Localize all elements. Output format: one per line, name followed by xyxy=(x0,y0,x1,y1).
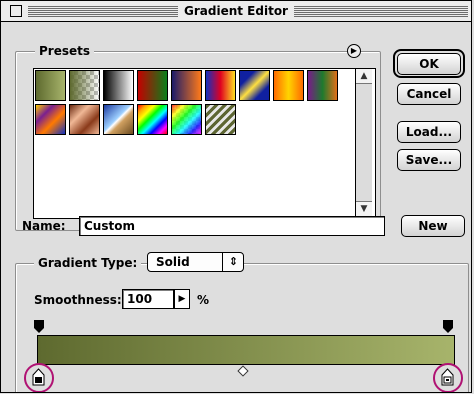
name-field[interactable]: Custom xyxy=(79,216,385,236)
highlight-ring-left xyxy=(24,363,54,392)
presets-label: Presets xyxy=(35,44,95,58)
gradient-type-value: Solid xyxy=(156,255,190,269)
preset-swatch-copper[interactable] xyxy=(69,104,100,135)
highlight-ring-right xyxy=(433,363,463,392)
window-title: Gradient Editor xyxy=(178,3,294,19)
smoothness-label: Smoothness: xyxy=(34,293,122,307)
new-button[interactable]: New xyxy=(401,215,465,237)
opacity-stop-left-icon[interactable] xyxy=(33,319,45,334)
title-stripes-left xyxy=(28,5,178,17)
presets-scrollbar[interactable]: ▲ ▼ xyxy=(355,69,372,216)
updown-arrow-icon: ⇕ xyxy=(228,255,238,268)
preset-swatch-yellow-violet-orange-blue[interactable] xyxy=(35,104,66,135)
preset-swatch-blue-yellow-blue[interactable] xyxy=(239,70,270,101)
gradient-bar[interactable] xyxy=(37,335,455,365)
preset-swatch-spectrum[interactable] xyxy=(137,104,168,135)
popup-divider xyxy=(222,253,223,271)
preset-swatch-blue-red-yellow[interactable] xyxy=(205,70,236,101)
preset-swatch-red-green[interactable] xyxy=(137,70,168,101)
preset-swatch-foreground-to-background[interactable] xyxy=(35,70,66,101)
preset-swatch-transparent-rainbow[interactable] xyxy=(171,104,202,135)
preset-swatch-black-white[interactable] xyxy=(103,70,134,101)
name-label: Name: xyxy=(22,219,66,233)
cancel-button[interactable]: Cancel xyxy=(397,83,461,105)
smoothness-slider-arrow-icon[interactable]: ▶ xyxy=(174,289,190,309)
gradient-editor-window: Gradient Editor Presets ▶ ▲ ▼ OK Cancel … xyxy=(0,0,472,393)
preset-swatch-transparent-stripes[interactable] xyxy=(205,104,236,135)
title-stripes-right xyxy=(293,5,468,17)
circle-arrow-icon[interactable]: ▶ xyxy=(347,44,361,58)
preset-swatch-violet-green-orange[interactable] xyxy=(307,70,338,101)
preset-swatch-violet-orange[interactable] xyxy=(171,70,202,101)
preset-swatch-chrome[interactable] xyxy=(103,104,134,135)
save-button[interactable]: Save... xyxy=(397,149,461,171)
preset-swatch-foreground-to-transparent[interactable] xyxy=(69,70,100,101)
smoothness-field[interactable]: 100 xyxy=(122,289,174,309)
close-box[interactable] xyxy=(10,5,22,17)
title-bar[interactable]: Gradient Editor xyxy=(1,1,471,22)
scroll-up-arrow-icon[interactable]: ▲ xyxy=(356,69,372,84)
gradient-type-popup[interactable]: Solid ⇕ xyxy=(147,252,244,272)
scroll-down-arrow-icon[interactable]: ▼ xyxy=(356,201,372,216)
preset-swatch-orange-yellow-orange[interactable] xyxy=(273,70,304,101)
ok-button[interactable]: OK xyxy=(397,53,461,75)
load-button[interactable]: Load... xyxy=(397,121,461,143)
gradient-type-label: Gradient Type: xyxy=(34,256,142,270)
smoothness-unit: % xyxy=(197,293,210,307)
opacity-stop-right-icon[interactable] xyxy=(442,319,454,334)
